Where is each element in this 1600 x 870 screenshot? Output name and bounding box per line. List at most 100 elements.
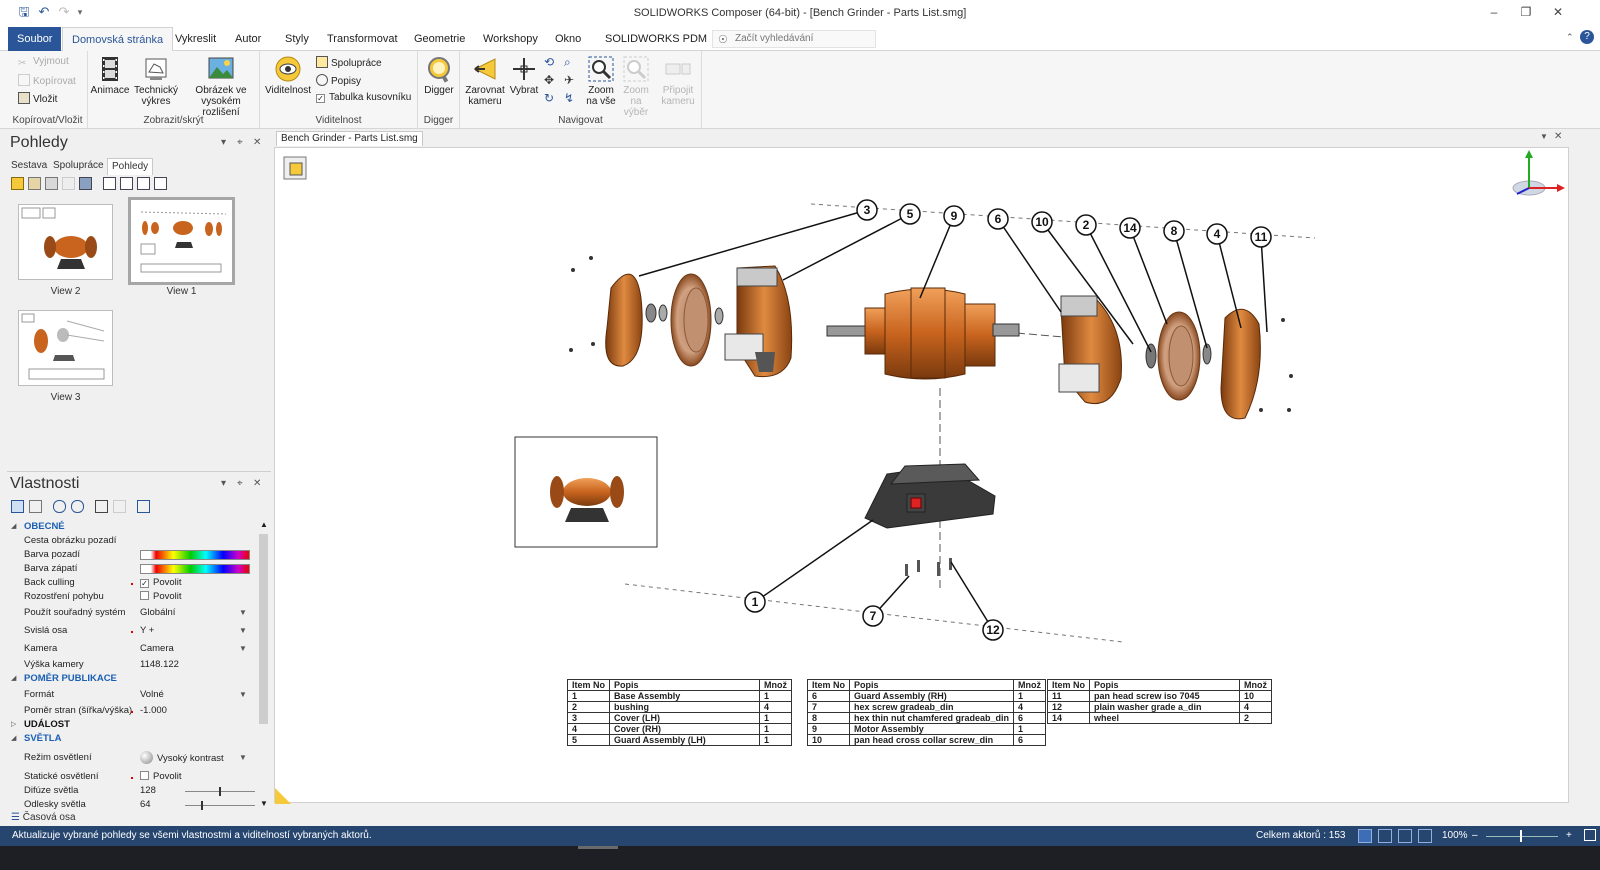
prop-motion-blur[interactable]: Rozostření pohybu Povolit [7,590,257,604]
reset-icon[interactable] [53,500,66,513]
rotate-icon[interactable]: ⟲ [544,55,554,69]
grid-toggle-icon[interactable] [1398,829,1412,843]
balloon-14[interactable]: 14 [1123,221,1137,235]
footer-color-swatch[interactable] [140,564,250,574]
tab-assembly[interactable]: Sestava [7,158,51,175]
section-events[interactable]: ▷ UDÁLOST [7,718,257,732]
zoom-out-icon[interactable]: – [1472,826,1478,846]
bom-row[interactable]: 9 Motor Assembly 1 [806,723,1047,735]
grid-icon[interactable] [137,500,150,513]
attach-camera-button[interactable]: Připojit kameru [656,55,700,107]
close-window-button[interactable]: ✕ [1544,2,1572,22]
tab-styles[interactable]: Styly [276,27,318,51]
bom-row[interactable]: 12 plain washer grade a_din 4 [1046,701,1273,713]
bom-row[interactable]: 14 wheel 2 [1046,712,1273,724]
dropdown-arrow-icon[interactable]: ▼ [239,624,247,638]
view-thumbnail-1[interactable] [128,197,235,285]
update-view-icon[interactable] [28,177,41,190]
prop-lighting-mode[interactable]: Režim osvětlení Vysoký kontrast ▼ [7,751,257,767]
3d-viewport[interactable]: 3 5 9 6 10 2 14 8 4 11 1 7 12 Item No Pop… [274,147,1569,804]
prop-aspect-ratio[interactable]: Poměr stran (šířka/výška) -1.000 [7,704,257,718]
restore-button[interactable]: ❐ [1512,2,1540,22]
tab-geometry[interactable]: Geometrie [405,27,474,51]
balloon-12[interactable]: 12 [986,623,1000,637]
bom-row[interactable]: 5 Guard Assembly (LH) 1 [566,734,793,746]
bom-row[interactable]: 3 Cover (LH) 1 [566,712,793,724]
prop-footer-color[interactable]: Barva zápatí [7,562,257,576]
tab-solidworks-pdm[interactable]: SOLIDWORKS PDM [596,27,716,51]
zoom-slider[interactable] [1486,836,1558,837]
slider-knob[interactable] [219,787,221,796]
minimize-button[interactable]: – [1480,2,1508,22]
prop-back-culling[interactable]: Back culling ✓ Povolit [7,576,257,590]
tab-workshops[interactable]: Workshopy [474,27,547,51]
dropdown-arrow-icon[interactable]: ▼ [239,688,247,702]
document-tab[interactable]: Bench Grinder - Parts List.smg [276,131,423,146]
static-lighting-checkbox[interactable] [140,771,149,780]
bom-row[interactable]: 4 Cover (RH) 1 [566,723,793,735]
balloon-8[interactable]: 8 [1171,224,1178,238]
bg-color-swatch[interactable] [140,550,250,560]
diffuse-slider[interactable] [185,787,255,796]
prop-coord-system[interactable]: Použít souřadný systém Globální ▼ [7,606,257,620]
visibility-button[interactable]: Viditelnost [264,55,312,96]
balloon-10[interactable]: 10 [1035,215,1049,229]
balloon-5[interactable]: 5 [907,207,914,221]
motion-blur-checkbox[interactable] [140,591,149,600]
scroll-up-icon[interactable]: ▲ [260,520,268,529]
bom-row[interactable]: 1 Base Assembly 1 [566,690,793,702]
tab-render[interactable]: Vykreslit [166,27,225,51]
camera-refresh-icon[interactable] [137,177,150,190]
prop-camera-height[interactable]: Výška kamery 1148.122 [7,658,257,672]
zoom-slider-knob[interactable] [1520,830,1522,842]
properties-scrollbar[interactable]: ▲ ▼ [258,520,269,810]
collapse-icon[interactable]: ◢ [11,672,16,686]
tab-author[interactable]: Autor [226,27,270,51]
dropdown-arrow-icon[interactable]: ▼ [239,606,247,620]
copy-button[interactable]: Kopírovat [18,74,76,87]
balloon-4[interactable]: 4 [1214,227,1221,241]
expand-icon[interactable]: ▷ [11,718,16,732]
hires-image-button[interactable]: Obrázek ve vysokém rozlišení [182,55,260,118]
create-view-icon[interactable] [11,177,24,190]
bom-row[interactable]: 7 hex screw gradeab_din 4 [806,701,1047,713]
back-culling-checkbox[interactable]: ✓ [140,579,149,588]
brush-icon[interactable] [79,177,92,190]
view-thumbnail-3[interactable] [18,310,113,386]
collapse-ribbon-icon[interactable]: ⌃ [1566,32,1574,43]
animation-button[interactable]: Animace [90,55,130,96]
specular-slider[interactable] [185,801,255,810]
align-camera-button[interactable]: Zarovnat kameru [464,55,506,107]
bom-row[interactable]: 11 pan head screw iso 7045 10 [1046,690,1273,702]
fit-view-icon[interactable] [1418,829,1432,843]
collapse-icon[interactable]: ◢ [11,732,16,746]
properties-close-icon[interactable]: ✕ [253,478,261,489]
cut-button[interactable]: ✂ Vyjmout [18,56,69,70]
bom-row[interactable]: 2 bushing 4 [566,701,793,713]
camera-add-icon[interactable] [120,177,133,190]
balloon-7[interactable]: 7 [870,609,877,623]
balloon-2[interactable]: 2 [1083,218,1090,232]
scroll-down-icon[interactable]: ▼ [260,799,268,808]
close-panel-icon[interactable]: ✕ [253,137,261,148]
section-general[interactable]: ◢ OBECNÉ [7,520,257,534]
bom-table-toggle[interactable]: ✓ Tabulka kusovníku [316,92,411,103]
prop-bg-color[interactable]: Barva pozadí [7,548,257,562]
pan-icon[interactable]: ✥ [544,73,554,87]
balloon-9[interactable]: 9 [951,209,958,223]
help-icon[interactable]: ? [1580,30,1594,44]
camera-view-icon[interactable] [103,177,116,190]
labels-button[interactable]: Popisy [316,74,361,87]
angle-snap-icon[interactable] [1358,829,1372,843]
tab-window[interactable]: Okno [546,27,590,51]
categorized-view-icon[interactable] [11,500,24,513]
section-publication-ratio[interactable]: ◢ POMĚR PUBLIKACE [7,672,257,686]
copy-view-icon[interactable] [62,177,75,190]
panel-menu-icon[interactable]: ▾ [221,137,226,148]
paste-button[interactable]: Vložit [18,92,57,105]
fly-icon[interactable]: ✈ [564,73,574,87]
prop-bg-image-path[interactable]: Cesta obrázku pozadí [7,534,257,548]
zoom-all-button[interactable]: Zoom na vše [584,55,618,107]
scrollbar-thumb[interactable] [259,534,268,724]
balloon-11[interactable]: 11 [1255,230,1268,244]
